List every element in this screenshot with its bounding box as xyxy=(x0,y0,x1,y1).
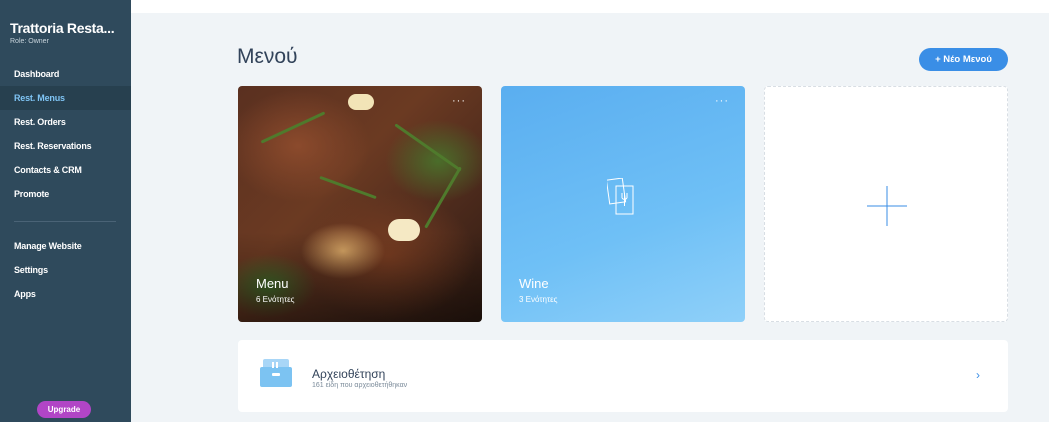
add-menu-card[interactable] xyxy=(764,86,1008,322)
sidebar-item-contacts-crm[interactable]: Contacts & CRM xyxy=(0,158,131,182)
menu-card-section-count: 6 Ενότητες xyxy=(256,295,295,304)
sidebar-item-manage-website[interactable]: Manage Website xyxy=(0,234,131,258)
more-dots-icon[interactable]: ··· xyxy=(452,96,466,107)
archive-title: Αρχειοθέτηση xyxy=(312,367,386,381)
food-photo-detail xyxy=(260,111,326,144)
archive-box-icon xyxy=(260,359,292,387)
sidebar-item-rest-orders[interactable]: Rest. Orders xyxy=(0,110,131,134)
user-role: Role: Owner xyxy=(10,38,49,45)
archive-item-count: 161 είδη που αρχειοθετήθηκαν xyxy=(312,382,408,389)
site-brand[interactable]: Trattoria Resta... Role: Owner xyxy=(10,20,115,45)
menu-card-menu[interactable]: ··· Menu 6 Ενότητες xyxy=(238,86,482,322)
sidebar: Trattoria Resta... Role: Owner Dashboard… xyxy=(0,0,131,422)
sidebar-item-apps[interactable]: Apps xyxy=(0,282,131,306)
more-dots-icon[interactable]: ··· xyxy=(715,96,729,107)
food-photo-detail xyxy=(424,166,462,229)
food-photo-detail xyxy=(394,123,462,172)
plus-icon xyxy=(867,186,907,226)
upgrade-button[interactable]: Upgrade xyxy=(37,401,91,418)
menu-card-title: Wine xyxy=(519,276,549,291)
main-content: Μενού + Νέο Μενού ··· Menu 6 Ενότητες ··… xyxy=(131,13,1049,422)
sidebar-item-dashboard[interactable]: Dashboard xyxy=(0,62,131,86)
menu-card-title: Menu xyxy=(256,276,289,291)
food-photo-detail xyxy=(388,219,420,241)
food-photo-detail xyxy=(348,94,374,110)
sidebar-item-settings[interactable]: Settings xyxy=(0,258,131,282)
menu-card-section-count: 3 Ενότητες xyxy=(519,295,558,304)
menu-book-icon xyxy=(607,178,634,215)
new-menu-button[interactable]: + Νέο Μενού xyxy=(919,48,1008,71)
sidebar-divider xyxy=(14,221,116,222)
sidebar-item-rest-reservations[interactable]: Rest. Reservations xyxy=(0,134,131,158)
sidebar-item-rest-menus[interactable]: Rest. Menus xyxy=(0,86,131,110)
menu-card-wine[interactable]: ··· Wine 3 Ενότητες xyxy=(501,86,745,322)
food-photo-detail xyxy=(319,175,377,200)
sidebar-secondary-nav: Manage Website Settings Apps xyxy=(0,234,131,306)
page-title: Μενού xyxy=(237,45,298,68)
sidebar-nav: Dashboard Rest. Menus Rest. Orders Rest.… xyxy=(0,62,131,206)
chevron-right-icon[interactable]: › xyxy=(976,368,980,382)
site-name: Trattoria Resta... xyxy=(10,20,115,36)
archive-row[interactable]: Αρχειοθέτηση 161 είδη που αρχειοθετήθηκα… xyxy=(238,340,1008,412)
sidebar-item-promote[interactable]: Promote xyxy=(0,182,131,206)
